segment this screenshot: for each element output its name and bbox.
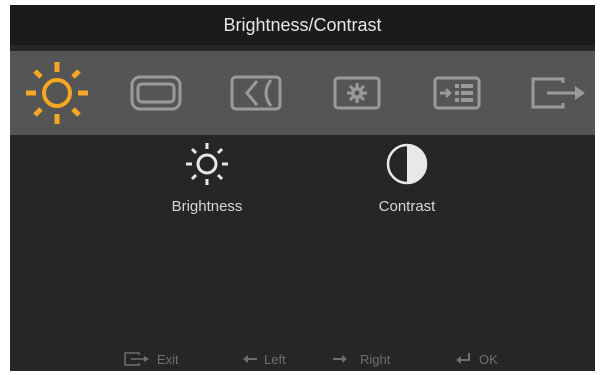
footer-right-label: Right: [360, 351, 391, 367]
tab-options[interactable]: [417, 57, 497, 129]
exit-icon: [531, 77, 585, 109]
option-brightness-label: Brightness: [171, 198, 243, 215]
image-setup-icon: [230, 75, 282, 111]
tab-exit[interactable]: [517, 57, 597, 129]
option-contrast-label: Contrast: [378, 198, 436, 215]
image-position-icon: [130, 75, 182, 111]
footer-ok-label: OK: [479, 351, 498, 367]
footer-exit-hint: Exit: [121, 347, 179, 371]
tab-brightness-contrast[interactable]: [17, 57, 97, 129]
menu-title: Brightness/Contrast: [10, 5, 595, 45]
tab-image-properties[interactable]: [317, 57, 397, 129]
enter-icon: [456, 353, 470, 364]
osd-menu: Brightness/Contrast Brightness Contrast …: [10, 5, 595, 371]
tab-image-position[interactable]: [117, 57, 197, 129]
half-circle-icon: [386, 143, 428, 185]
options-panel: Brightness Contrast: [10, 135, 595, 371]
footer-ok-hint: OK: [455, 347, 498, 371]
option-brightness[interactable]: Brightness: [147, 141, 267, 215]
footer-left-hint: Left: [242, 347, 286, 371]
footer-exit-label: Exit: [157, 351, 179, 367]
sun-icon: [26, 62, 88, 124]
left-arrow-icon: [243, 355, 257, 363]
tab-image-setup[interactable]: [217, 57, 297, 129]
options-list-icon: [433, 76, 481, 110]
settings-icon: [333, 76, 381, 110]
option-contrast[interactable]: Contrast: [347, 141, 467, 215]
footer-right-hint: Right: [332, 347, 390, 371]
right-arrow-icon: [333, 355, 347, 363]
footer-hints: Exit Left Right OK: [10, 347, 595, 371]
sun-icon: [186, 143, 228, 185]
exit-icon: [124, 352, 149, 366]
footer-left-label: Left: [264, 351, 286, 367]
tab-bar: [10, 51, 595, 135]
